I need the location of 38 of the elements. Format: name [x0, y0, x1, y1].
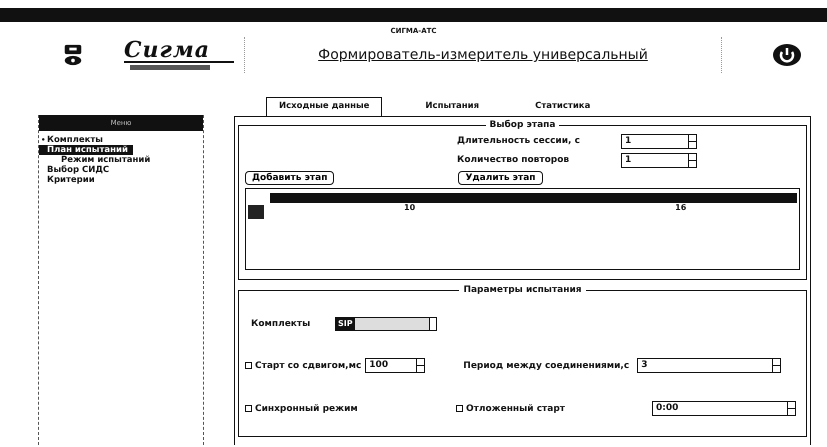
spin-field[interactable]: 0:00	[652, 401, 796, 416]
spin-field[interactable]: 1	[621, 152, 697, 168]
checkbox[interactable]	[245, 405, 252, 412]
menu-item[interactable]: Выбор СИДС	[39, 165, 203, 175]
section-title: Выбор этапа	[488, 120, 556, 130]
spin-field[interactable]: 1	[621, 134, 697, 148]
spin-field[interactable]: 100	[365, 358, 426, 373]
tab[interactable]: Испытания	[412, 97, 492, 116]
logo-text: Сигма	[124, 39, 212, 61]
menu-item[interactable]: План испытаний	[39, 145, 133, 155]
stage-button[interactable]: Удалить этап	[458, 171, 543, 185]
field-label: Комплекты	[251, 319, 312, 329]
section-title: Параметры испытания	[462, 285, 583, 295]
spin-arrows-icon[interactable]	[787, 402, 795, 415]
menu-item[interactable]: Критерии	[39, 175, 203, 185]
kits-dropdown[interactable]: SIP	[335, 317, 437, 331]
timeline-tick: 10	[404, 203, 416, 212]
spin-field[interactable]: 3	[637, 358, 782, 373]
checkbox[interactable]	[245, 362, 252, 369]
timeline-tick: 16	[675, 203, 686, 212]
menu-item[interactable]: Режим испытаний	[39, 155, 203, 165]
spin-arrows-icon[interactable]	[688, 134, 696, 148]
spin-arrows-icon[interactable]	[688, 154, 696, 166]
tab[interactable]: Статистика	[522, 97, 604, 116]
field-label: Количество повторов	[457, 155, 570, 165]
field-label: Длительность сессии, с	[457, 136, 581, 146]
spin-arrows-icon[interactable]	[416, 359, 424, 372]
spin-arrows-icon[interactable]	[772, 359, 780, 372]
app-heading: Формирователь-измеритель универсальный	[317, 47, 649, 63]
stage-button[interactable]: Добавить этап	[245, 171, 334, 185]
phone-icon	[62, 42, 84, 68]
checkbox-label: Синхронный режим	[255, 404, 358, 414]
checkbox[interactable]	[456, 405, 463, 412]
checkbox-label: Отложенный старт	[466, 404, 565, 414]
tab[interactable]: Исходные данные	[266, 97, 382, 116]
field-label: Период между соединениями,с	[463, 360, 630, 370]
power-icon[interactable]	[772, 43, 802, 67]
checkbox-label: Старт со сдвигом,мс	[255, 360, 362, 370]
